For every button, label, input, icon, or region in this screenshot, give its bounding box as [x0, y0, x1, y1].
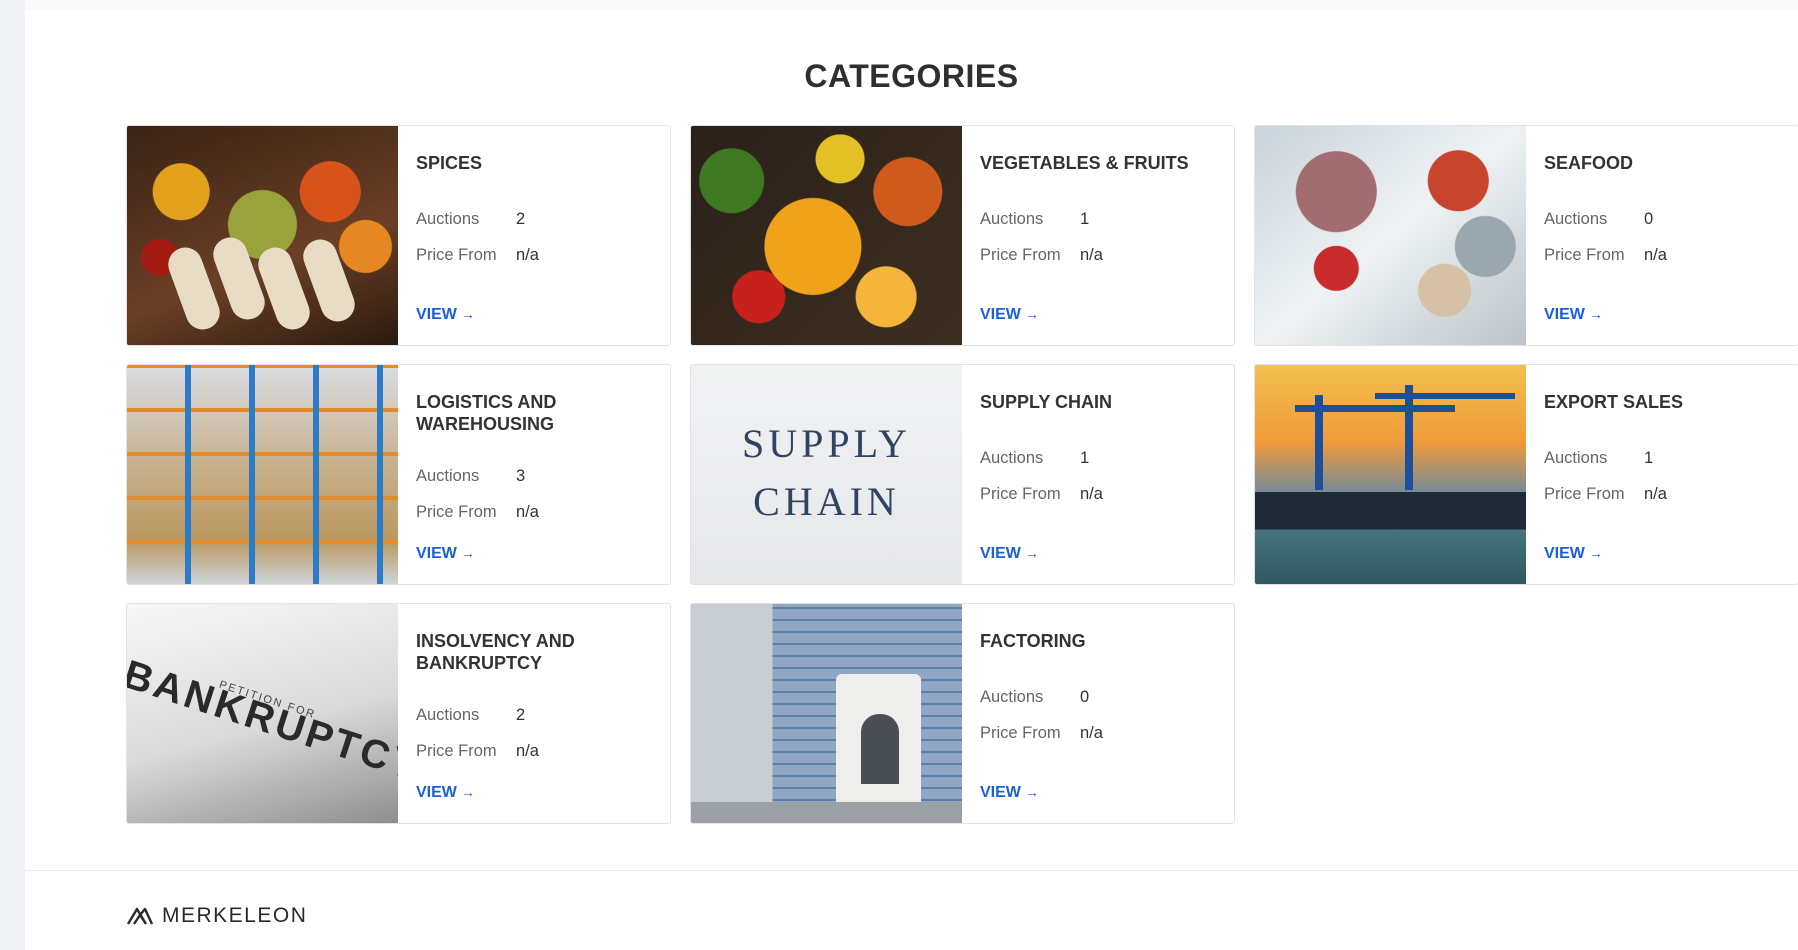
- seafood-image: [1255, 126, 1526, 345]
- arrow-right-icon: →: [1588, 306, 1603, 322]
- price-row: Price From n/a: [1544, 485, 1667, 503]
- category-card-vegetables-fruits[interactable]: VEGETABLES & FRUITS Auctions 1 Price From…: [690, 125, 1235, 346]
- price-row: Price From n/a: [1544, 246, 1667, 264]
- category-title: LOGISTICS AND WAREHOUSING: [416, 392, 557, 434]
- view-link[interactable]: VIEW →: [980, 545, 1039, 563]
- arrow-right-icon: →: [460, 784, 475, 800]
- category-title: SEAFOOD: [1544, 153, 1634, 173]
- category-title: VEGETABLES & FRUITS: [980, 153, 1189, 173]
- spices-image: [127, 126, 398, 345]
- category-title: FACTORING: [980, 631, 1086, 651]
- category-card-logistics[interactable]: LOGISTICS AND WAREHOUSING Auctions 3 Pric…: [126, 364, 671, 585]
- category-title: SPICES: [416, 153, 483, 173]
- view-link[interactable]: VIEW →: [1544, 306, 1603, 324]
- view-link[interactable]: VIEW →: [1544, 545, 1603, 563]
- price-row: Price From n/a: [980, 485, 1103, 503]
- view-link[interactable]: VIEW →: [980, 306, 1039, 324]
- vegetables-image: [691, 126, 962, 345]
- arrow-right-icon: →: [460, 545, 475, 561]
- bank-image: [691, 604, 962, 823]
- price-row: Price From n/a: [416, 503, 539, 521]
- category-card-spices[interactable]: SPICES Auctions 2 Price From n/a VIEW →: [126, 125, 671, 346]
- supply-chain-image: SUPPLY CHAIN: [691, 365, 962, 584]
- price-row: Price From n/a: [416, 246, 539, 264]
- auctions-row: Auctions 3: [416, 467, 526, 485]
- warehouse-image: [127, 365, 398, 584]
- category-title: INSOLVENCY AND BANKRUPTCY: [416, 631, 575, 673]
- merkeleon-logo-icon: [126, 907, 154, 925]
- category-title: EXPORT SALES: [1544, 392, 1684, 412]
- top-divider: [25, 0, 1798, 10]
- section-title: CATEGORIES: [804, 58, 1019, 94]
- price-row: Price From n/a: [980, 246, 1103, 264]
- arrow-right-icon: →: [460, 306, 475, 322]
- category-card-seafood[interactable]: SEAFOOD Auctions 0 Price From n/a VIEW →: [1254, 125, 1798, 346]
- category-card-factoring[interactable]: FACTORING Auctions 0 Price From n/a VIEW →: [690, 603, 1235, 824]
- category-card-insolvency[interactable]: PETITION FOR BANKRUPTCY INSOLVENCY AND B…: [126, 603, 671, 824]
- footer-divider: [25, 870, 1798, 871]
- arrow-right-icon: →: [1024, 306, 1039, 322]
- auctions-row: Auctions 0: [1544, 210, 1654, 228]
- view-link[interactable]: VIEW →: [980, 784, 1039, 802]
- view-link[interactable]: VIEW →: [416, 784, 475, 802]
- arrow-right-icon: →: [1024, 545, 1039, 561]
- arrow-right-icon: →: [1588, 545, 1603, 561]
- auctions-row: Auctions 2: [416, 706, 526, 724]
- auctions-row: Auctions 1: [980, 210, 1090, 228]
- brand-name: MERKELEON: [162, 904, 308, 927]
- arrow-right-icon: →: [1024, 784, 1039, 800]
- bankruptcy-image: PETITION FOR BANKRUPTCY: [127, 604, 398, 823]
- price-row: Price From n/a: [980, 724, 1103, 742]
- page: CATEGORIES SPICES Auctions 2 Price From n/…: [25, 0, 1798, 950]
- price-row: Price From n/a: [416, 742, 539, 760]
- auctions-row: Auctions 1: [980, 449, 1090, 467]
- auctions-row: Auctions 2: [416, 210, 526, 228]
- footer-brand[interactable]: MERKELEON: [126, 904, 307, 928]
- auctions-row: Auctions 0: [980, 688, 1090, 706]
- category-title: SUPPLY CHAIN: [980, 392, 1113, 412]
- category-card-supply-chain[interactable]: SUPPLY CHAIN SUPPLY CHAIN Auctions 1 Pric…: [690, 364, 1235, 585]
- view-link[interactable]: VIEW →: [416, 306, 475, 324]
- category-card-export-sales[interactable]: EXPORT SALES Auctions 1 Price From n/a VIE…: [1254, 364, 1798, 585]
- auctions-row: Auctions 1: [1544, 449, 1654, 467]
- ship-image: [1255, 365, 1526, 584]
- view-link[interactable]: VIEW →: [416, 545, 475, 563]
